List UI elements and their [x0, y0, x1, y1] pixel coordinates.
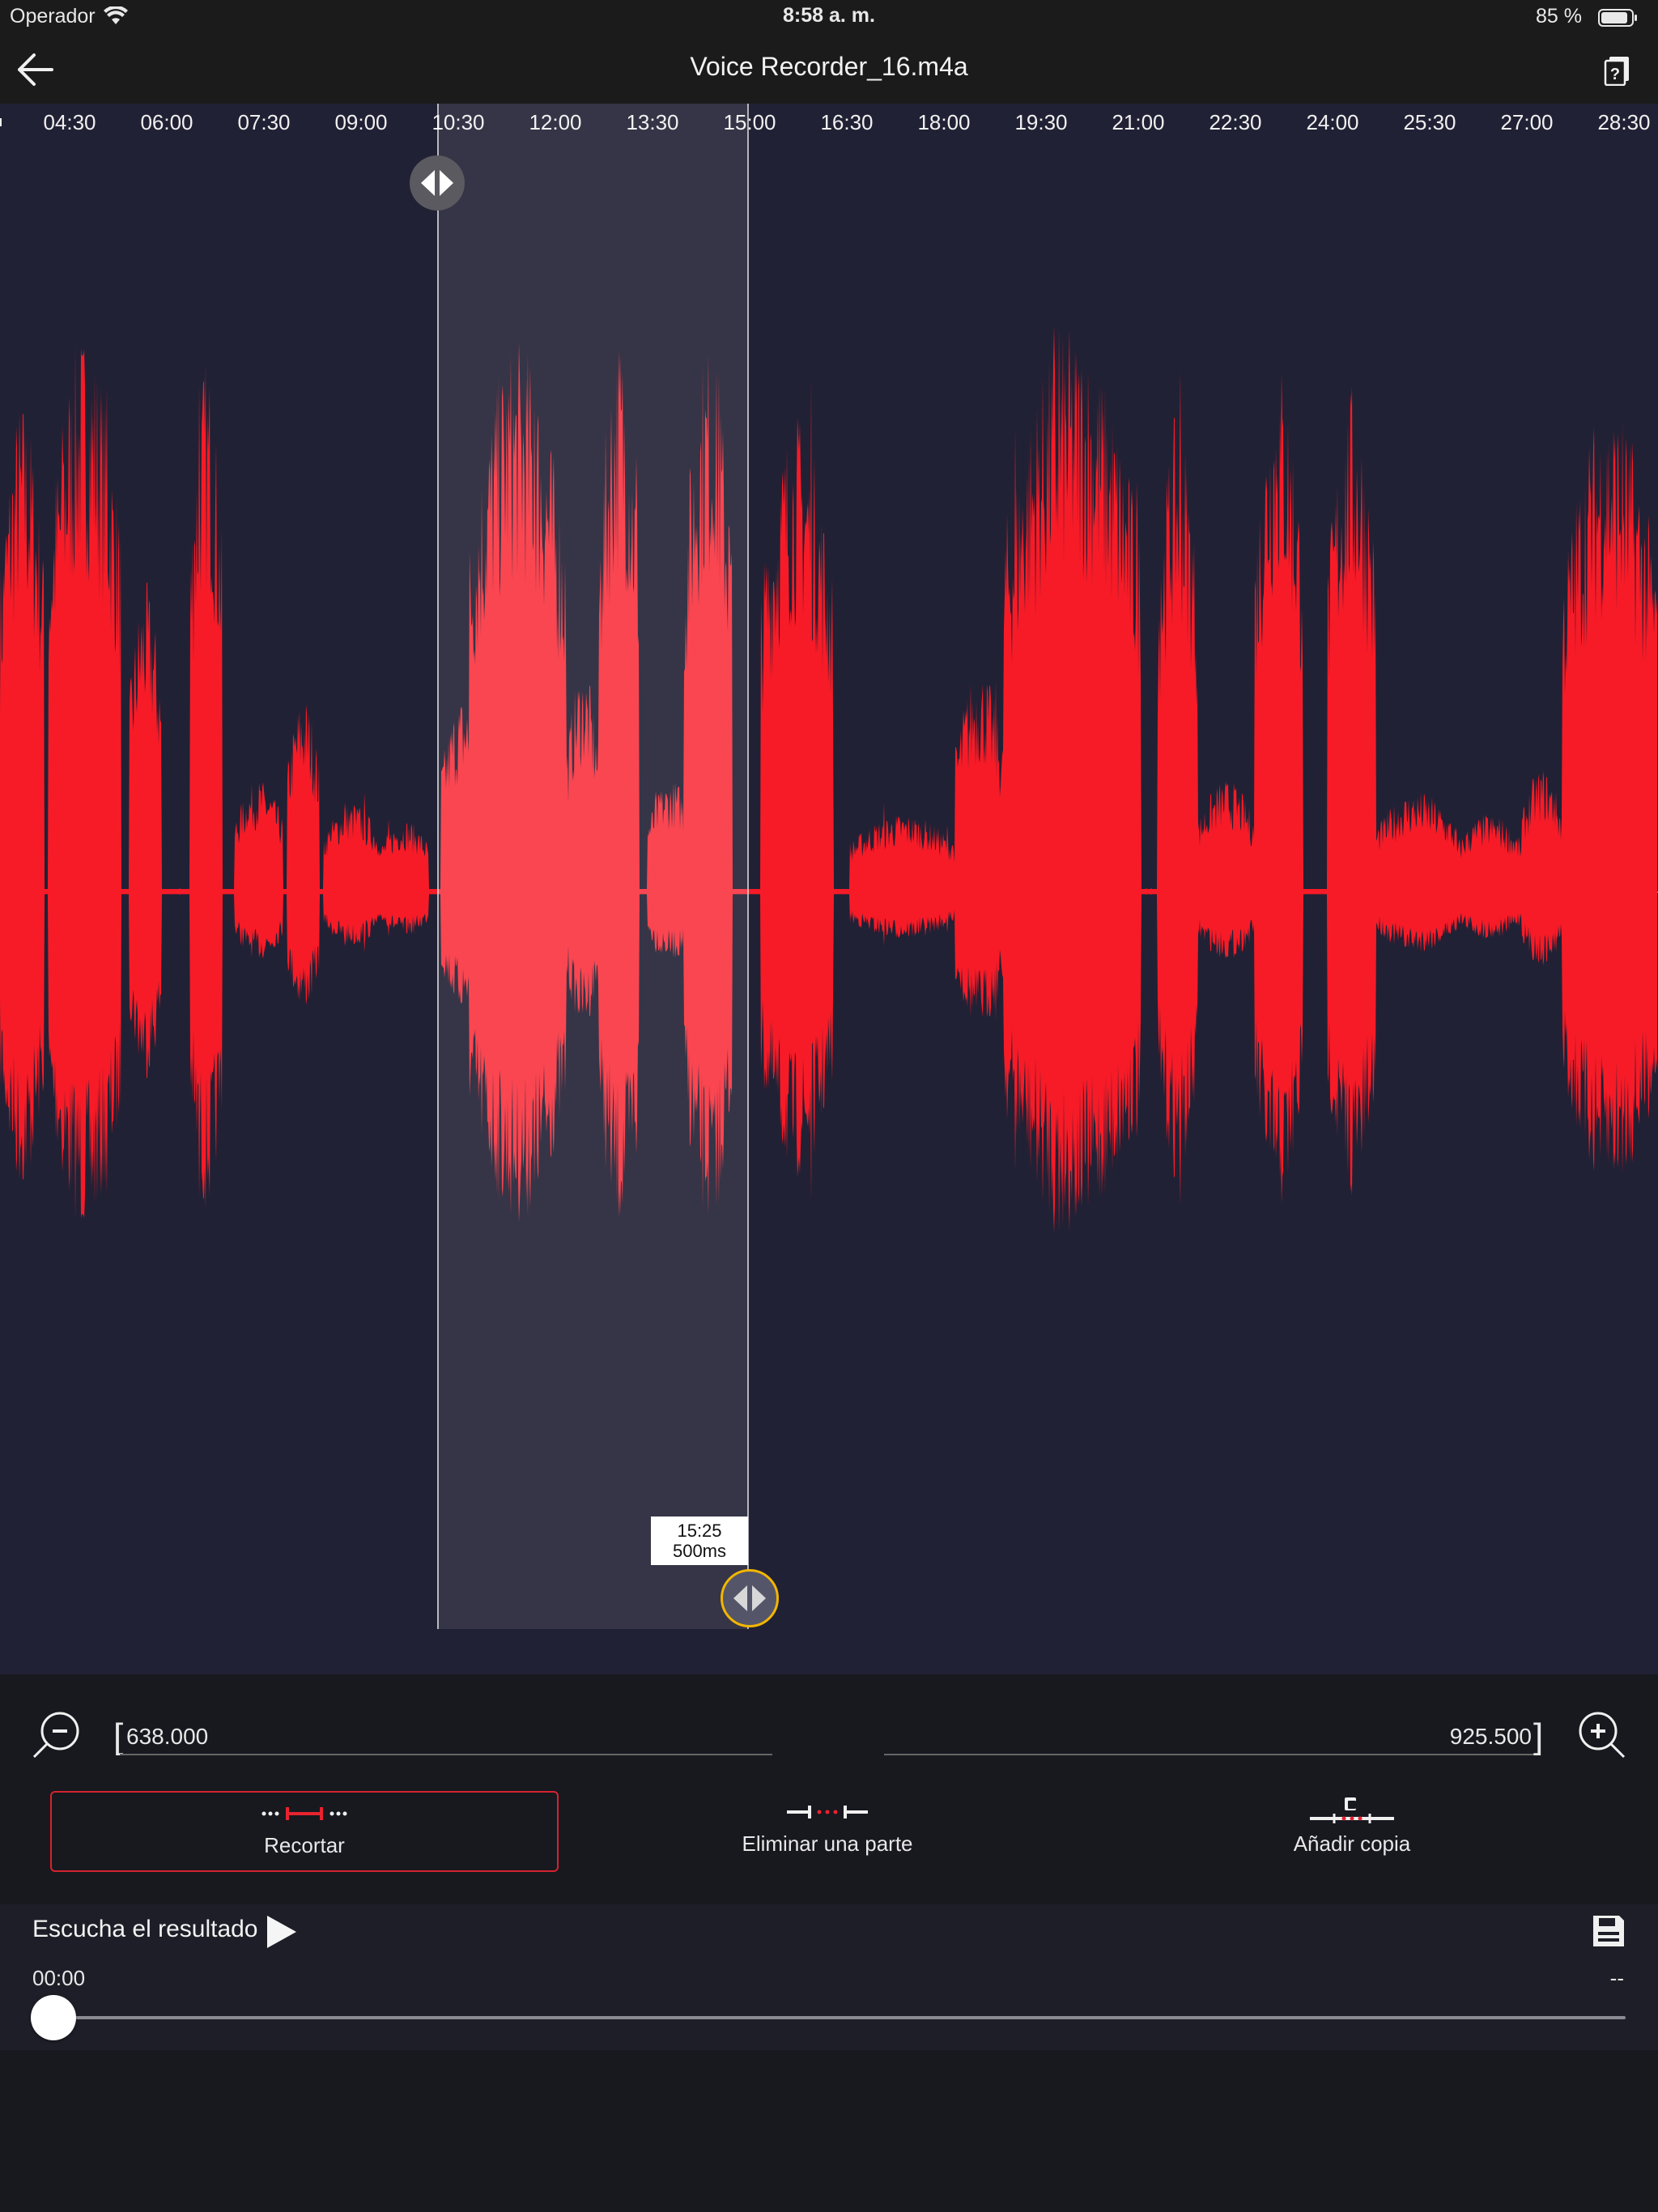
info-button[interactable]: ?: [1601, 53, 1634, 87]
drag-arrows-icon: [421, 170, 453, 196]
timeline-tick: 09:00: [334, 110, 388, 134]
save-button[interactable]: [1590, 1911, 1627, 1951]
timeline-tick: 06:00: [140, 110, 193, 134]
document-question-icon: ?: [1604, 57, 1629, 87]
play-button[interactable]: [264, 1912, 300, 1951]
waveform-editor[interactable]: 04:30 06:00 07:30 09:00 10:30 12:00 13:30 15:00…: [0, 104, 1658, 1674]
time-tooltip: 15:25 500ms: [651, 1516, 748, 1565]
save-icon: [1593, 1916, 1624, 1946]
selection-start-handle[interactable]: [410, 155, 465, 211]
mode-add-copy-label: Añadir copia: [1293, 1831, 1411, 1856]
zoom-in-button[interactable]: [1575, 1708, 1627, 1760]
tooltip-time: 15:25: [677, 1521, 722, 1541]
nav-bar: Voice Recorder_16.m4a ?: [0, 34, 1658, 104]
svg-text:?: ?: [1610, 66, 1620, 83]
timeline-tick: 16:30: [820, 110, 874, 134]
end-bracket: ]: [1533, 1716, 1544, 1756]
seek-thumb[interactable]: [31, 1995, 76, 2040]
battery-icon: [1598, 8, 1639, 33]
selection-start-line: [437, 104, 439, 1629]
mode-delete-part-label: Eliminar una parte: [742, 1831, 913, 1856]
zoom-in-icon: [1579, 1712, 1626, 1759]
mode-trim-label: Recortar: [264, 1833, 345, 1857]
timeline-tick: 21:00: [1112, 110, 1165, 134]
mode-trim-button[interactable]: Recortar: [50, 1791, 559, 1872]
seek-bar[interactable]: [32, 2016, 1626, 2019]
trim-icon: [261, 1807, 347, 1820]
timeline-tick: 19:30: [1014, 110, 1068, 134]
battery-percentage: 85 %: [1536, 5, 1582, 28]
selection-region[interactable]: [437, 104, 748, 1629]
delete-part-icon: [787, 1806, 868, 1819]
play-icon: [267, 1916, 296, 1948]
drag-arrows-icon: [733, 1585, 766, 1611]
timeline-tick: 28:30: [1597, 110, 1651, 134]
mode-delete-part-button[interactable]: Eliminar una parte: [573, 1791, 1082, 1872]
zoom-out-icon: [32, 1712, 79, 1759]
timeline-tick-marker: [0, 118, 11, 126]
status-bar: Operador 8:58 a. m. 85 %: [0, 0, 1658, 34]
timeline-tick: 07:30: [237, 110, 291, 134]
timeline-tick: 27:00: [1500, 110, 1554, 134]
tooltip-ms: 500ms: [672, 1541, 727, 1561]
start-time-field[interactable]: [120, 1720, 772, 1755]
waveform-right: [747, 325, 1657, 1232]
end-time-field[interactable]: [884, 1720, 1538, 1755]
timeline-tick: 25:30: [1403, 110, 1456, 134]
waveform-left: [0, 343, 437, 1222]
elapsed-time: 00:00: [32, 1966, 86, 1990]
listen-result-label: Escucha el resultado: [32, 1916, 258, 1942]
timeline-tick: 24:00: [1306, 110, 1359, 134]
add-copy-icon: [1310, 1797, 1394, 1823]
result-player: Escucha el resultado 00:00 --: [0, 1904, 1658, 2050]
selection-end-line: [747, 104, 749, 1629]
page-title: Voice Recorder_16.m4a: [690, 52, 968, 81]
mode-add-copy-button[interactable]: Añadir copia: [1098, 1791, 1606, 1872]
status-clock: 8:58 a. m.: [783, 4, 875, 27]
timeline-tick: 22:30: [1209, 110, 1262, 134]
timeline-tick: 18:00: [917, 110, 971, 134]
timeline-tick: 04:30: [43, 110, 96, 134]
waveform: [0, 325, 1658, 1232]
zoom-out-button[interactable]: [31, 1708, 83, 1760]
total-time: --: [1609, 1966, 1624, 1990]
selection-end-handle[interactable]: [721, 1569, 779, 1627]
